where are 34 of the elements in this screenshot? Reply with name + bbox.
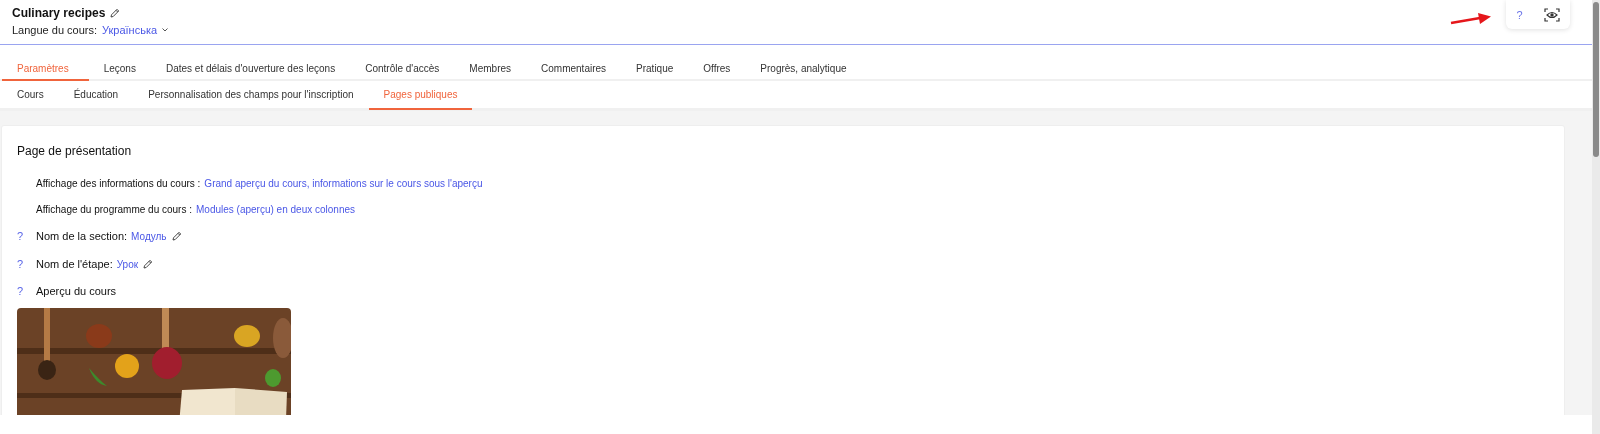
tab[interactable]: Progrès, analytique bbox=[745, 58, 862, 81]
language-dropdown[interactable]: Українська bbox=[102, 24, 170, 36]
subtab[interactable]: Éducation bbox=[58, 81, 134, 110]
course-title: Culinary recipes bbox=[12, 6, 106, 20]
chevron-down-icon bbox=[161, 27, 170, 33]
pencil-icon[interactable] bbox=[143, 259, 154, 269]
subtab[interactable]: Cours bbox=[2, 81, 59, 110]
help-button[interactable]: ? bbox=[17, 230, 36, 242]
setting-value-link[interactable]: Modules (aperçu) en deux colonnes bbox=[196, 203, 355, 215]
help-button[interactable]: ? bbox=[17, 285, 36, 297]
language-label: Langue du cours: bbox=[12, 24, 97, 36]
setting-label: Affichage du programme du cours : bbox=[36, 203, 192, 215]
setting-value-link[interactable]: Grand aperçu du cours, informations sur le cours sous l'aperçu bbox=[204, 177, 483, 189]
tab[interactable]: Membres bbox=[454, 58, 527, 81]
tab[interactable]: Commentaires bbox=[526, 58, 622, 81]
tab[interactable]: Contrôle d'accès bbox=[350, 58, 455, 81]
tab[interactable]: Pratique bbox=[621, 58, 689, 81]
help-button[interactable]: ? bbox=[1516, 8, 1523, 21]
preview-eye-icon[interactable] bbox=[1543, 7, 1560, 22]
tab[interactable]: Leçons bbox=[88, 58, 151, 81]
pencil-icon[interactable] bbox=[110, 8, 121, 18]
setting-label: Nom de la section: bbox=[36, 230, 128, 242]
section-title: Page de présentation bbox=[17, 144, 133, 158]
help-button[interactable]: ? bbox=[17, 258, 36, 270]
subtab[interactable]: Personnalisation des champs pour l'inscription bbox=[133, 81, 369, 110]
pencil-icon[interactable] bbox=[171, 231, 182, 241]
tab[interactable]: Dates et délais d'ouverture des leçons bbox=[150, 58, 351, 81]
setting-value-link[interactable]: Урок bbox=[116, 258, 139, 270]
setting-label: Aperçu du cours bbox=[36, 285, 117, 297]
tab[interactable]: Offres bbox=[688, 58, 746, 81]
setting-label: Affichage des informations du cours : bbox=[36, 177, 201, 189]
setting-label: Nom de l'étape: bbox=[36, 258, 113, 270]
setting-value-link[interactable]: Модуль bbox=[131, 230, 167, 242]
annotation-arrow bbox=[1450, 12, 1492, 26]
